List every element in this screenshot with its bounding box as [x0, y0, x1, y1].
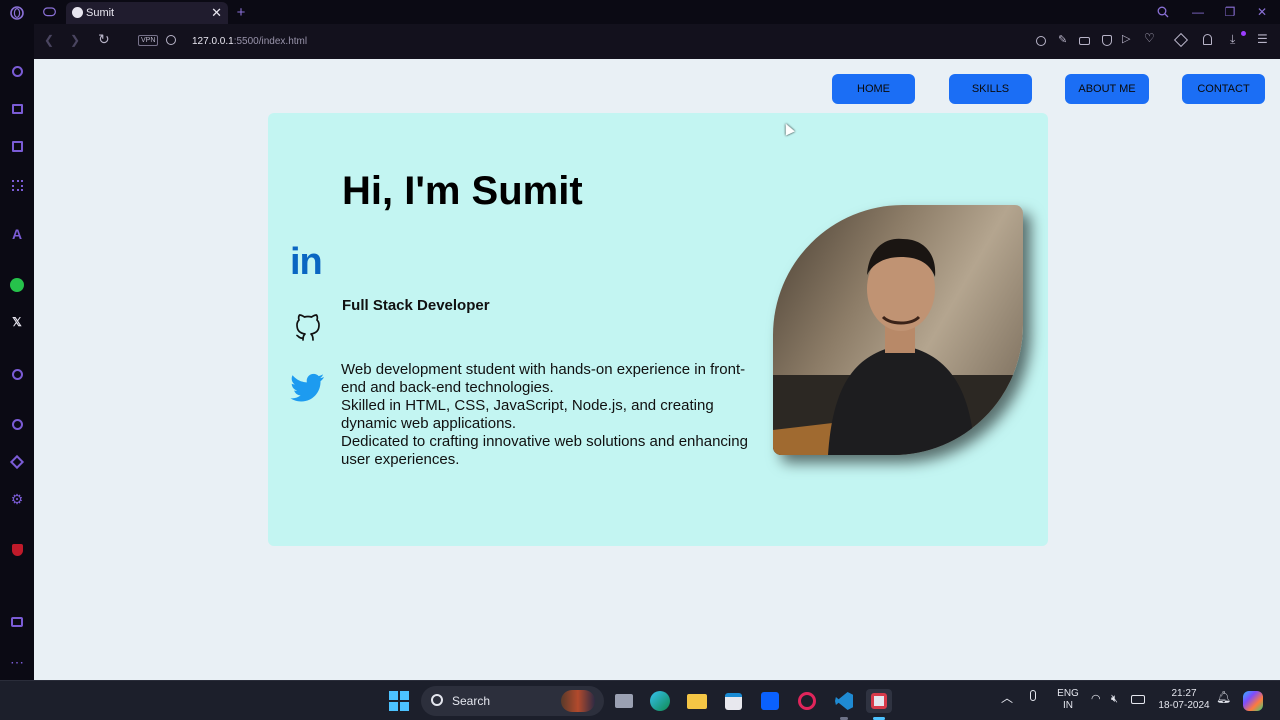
windows-start-icon[interactable]: [387, 689, 411, 713]
aria-icon[interactable]: [8, 62, 26, 80]
task-view-icon[interactable]: [612, 689, 636, 713]
opera-logo-icon[interactable]: [6, 4, 28, 22]
microphone-icon[interactable]: [1030, 690, 1036, 705]
gamepad-icon[interactable]: [40, 4, 58, 20]
profile-photo: [773, 205, 1023, 455]
windows-taskbar: Search ︿ ENG IN ◠ 🔇︎ 21:27 18-07-2024 🔔︎: [0, 680, 1280, 720]
chip-icon[interactable]: [8, 176, 26, 194]
nav-about-button[interactable]: ABOUT ME: [1065, 74, 1149, 104]
hero-heading: Hi, I'm Sumit: [342, 169, 583, 213]
github-icon[interactable]: [294, 312, 322, 344]
heart-icon[interactable]: ♡: [1144, 31, 1155, 45]
snipping-tool-icon[interactable]: [866, 689, 892, 713]
vscode-icon[interactable]: [832, 689, 856, 713]
search-icon: [431, 694, 443, 706]
opera-taskbar-icon[interactable]: [795, 689, 819, 713]
close-tab-icon[interactable]: ✕: [211, 5, 222, 21]
cube-icon[interactable]: [8, 453, 26, 471]
player-icon[interactable]: [8, 365, 26, 383]
vpn-badge[interactable]: VPN: [138, 35, 159, 46]
extensions-icon[interactable]: [1173, 32, 1189, 48]
clock[interactable]: 21:27 18-07-2024: [1156, 688, 1212, 712]
emoji-icon[interactable]: [1036, 36, 1046, 46]
notifications-icon[interactable]: 🔔︎: [1216, 691, 1231, 703]
taskbar-search-label: Search: [452, 694, 491, 708]
bio-line-1: Web development student with hands-on ex…: [341, 361, 746, 396]
dropbox-icon[interactable]: [758, 689, 782, 713]
wifi-icon[interactable]: ◠: [1091, 693, 1101, 705]
role-title: Full Stack Developer: [342, 297, 490, 314]
arc-icon[interactable]: A: [8, 225, 26, 243]
history-icon[interactable]: [8, 415, 26, 433]
more-icon[interactable]: ⋯: [8, 653, 26, 671]
browser-tab-bar: Sumit ✕ + — ❐ ✕: [0, 0, 1280, 24]
tray-overflow-icon[interactable]: ︿: [1001, 692, 1013, 704]
camera-icon[interactable]: [1079, 37, 1090, 45]
tab-title: Sumit: [86, 7, 115, 19]
volume-muted-icon[interactable]: 🔇︎: [1111, 693, 1118, 705]
address-bar: ❮ ❯ ↻ VPN 127.0.0.1:5500/index.html ✎ ▷ …: [34, 24, 1280, 59]
forward-icon[interactable]: ❯: [70, 33, 80, 47]
close-window-icon[interactable]: ✕: [1244, 0, 1280, 24]
page-viewport: HOME SKILLS ABOUT ME CONTACT Hi, I'm Sum…: [34, 59, 1280, 680]
adblock-icon[interactable]: [1102, 35, 1112, 46]
tab-sumit[interactable]: Sumit ✕: [66, 2, 228, 24]
language-indicator[interactable]: ENG IN: [1055, 688, 1081, 712]
edit-icon[interactable]: ✎: [1058, 33, 1067, 46]
easy-setup-icon[interactable]: ☰: [1257, 32, 1268, 46]
clock-date: 18-07-2024: [1158, 700, 1210, 711]
nav-skills-button[interactable]: SKILLS: [949, 74, 1032, 104]
restore-icon[interactable]: ❐: [1212, 0, 1248, 24]
nav-contact-button[interactable]: CONTACT: [1182, 74, 1265, 104]
settings-icon[interactable]: ⚙: [8, 490, 26, 508]
twitter-icon[interactable]: [290, 373, 326, 403]
twitch-icon[interactable]: [8, 137, 26, 155]
hero-card: Hi, I'm Sumit in Full Stack Developer We…: [268, 113, 1048, 546]
url-field[interactable]: 127.0.0.1:5500/index.html: [192, 36, 307, 47]
url-path: :5500/index.html: [233, 36, 308, 47]
ublock-icon[interactable]: [8, 541, 26, 559]
edge-icon[interactable]: [648, 689, 672, 713]
reload-icon[interactable]: ↻: [98, 31, 110, 48]
minimize-icon[interactable]: —: [1180, 0, 1216, 24]
new-tab-icon[interactable]: +: [233, 3, 249, 21]
browser-sidebar: A 𝕏 ⚙ ⋯: [0, 24, 34, 680]
x-twitter-icon[interactable]: 𝕏: [8, 313, 26, 331]
site-info-icon[interactable]: [166, 35, 176, 45]
bio-line-3: Dedicated to crafting innovative web sol…: [341, 433, 748, 468]
whatsapp-icon[interactable]: [8, 276, 26, 294]
copilot-icon[interactable]: [1241, 689, 1265, 713]
sidebar-setup-icon[interactable]: [8, 613, 26, 631]
clock-time: 21:27: [1171, 688, 1197, 699]
bio-text: Web development student with hands-on ex…: [341, 361, 757, 469]
send-icon[interactable]: ▷: [1122, 32, 1130, 45]
taskbar-search-box[interactable]: Search: [421, 686, 604, 716]
search-highlight-icon: [561, 690, 595, 712]
url-host: 127.0.0.1: [192, 36, 234, 47]
language-line-2: IN: [1063, 700, 1073, 711]
bio-line-2: Skilled in HTML, CSS, JavaScript, Node.j…: [341, 397, 714, 432]
profile-icon[interactable]: [1203, 34, 1212, 45]
language-line-1: ENG: [1057, 688, 1079, 699]
search-tabs-icon[interactable]: [1154, 3, 1172, 21]
file-explorer-icon[interactable]: [685, 689, 709, 713]
linkedin-icon[interactable]: in: [290, 243, 323, 281]
shopping-bag-icon[interactable]: [8, 100, 26, 118]
download-icon[interactable]: ⤓: [1230, 32, 1235, 47]
nav-home-button[interactable]: HOME: [832, 74, 915, 104]
battery-icon[interactable]: [1131, 695, 1145, 708]
globe-icon: [72, 7, 83, 18]
download-indicator-dot: [1241, 31, 1246, 36]
back-icon[interactable]: ❮: [44, 33, 54, 47]
microsoft-store-icon[interactable]: [721, 689, 745, 713]
